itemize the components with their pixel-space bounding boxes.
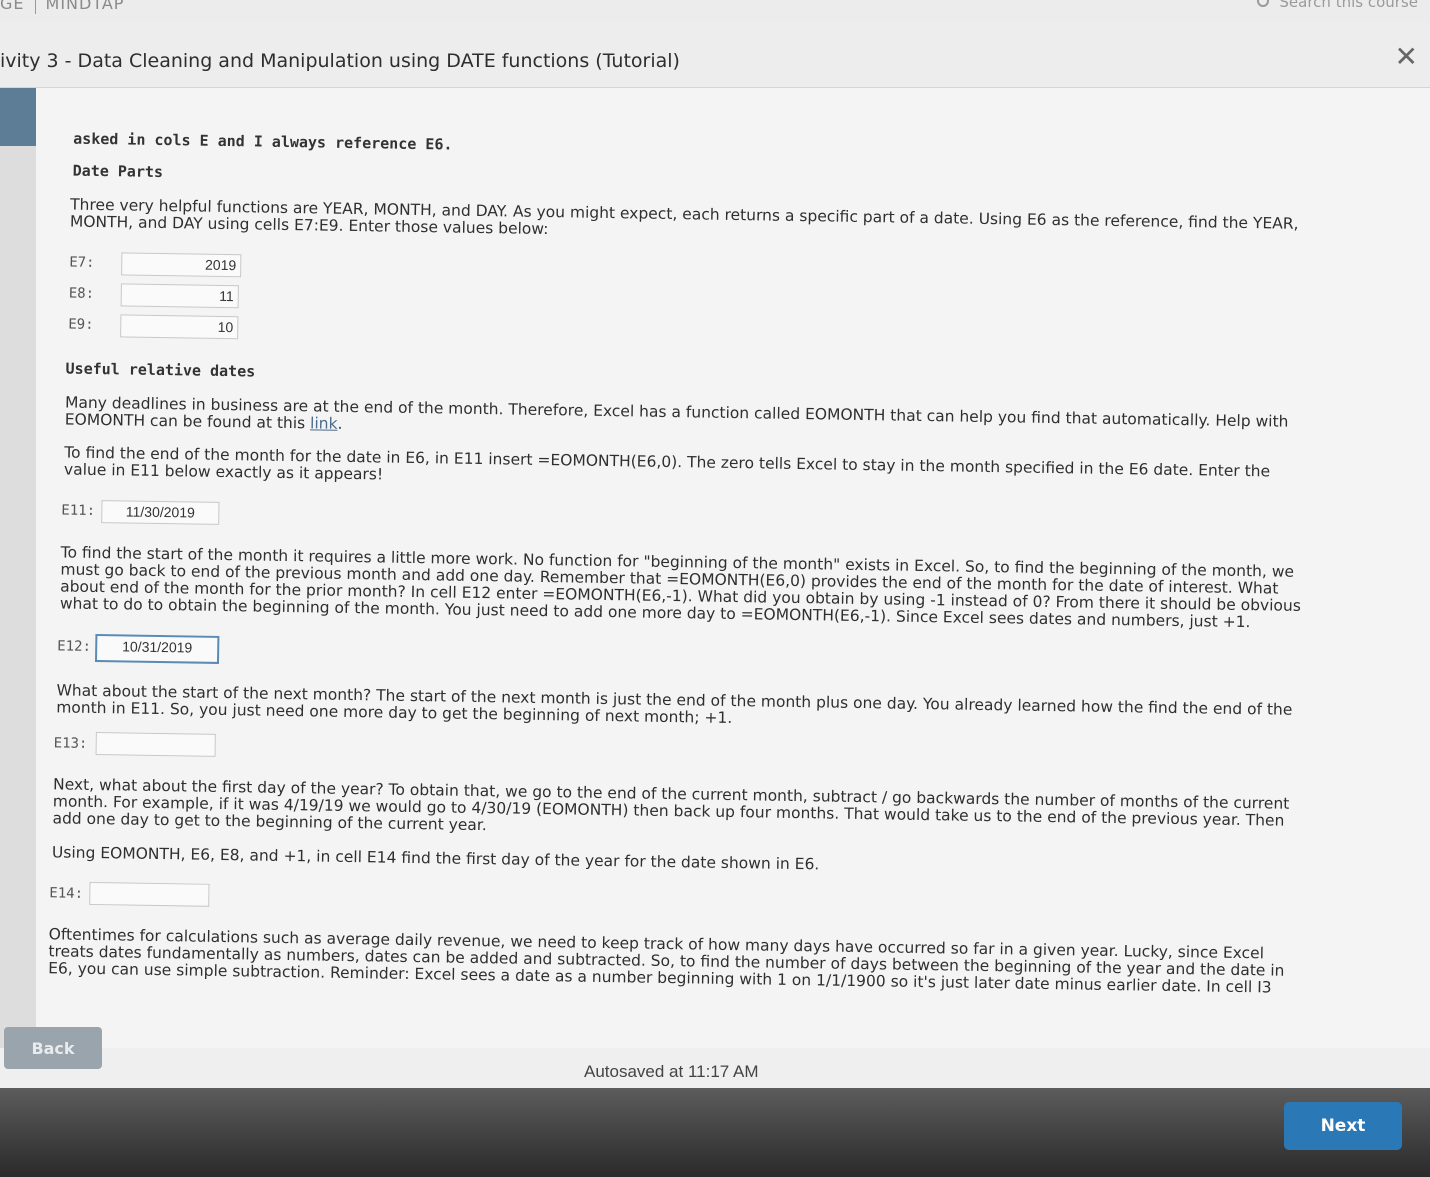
relative-text-4: value in E11 below exactly as it appears… (63, 460, 384, 484)
course-search[interactable]: Search this course (1257, 0, 1418, 11)
next-button[interactable]: Next (1284, 1102, 1402, 1150)
e9-input[interactable]: 10 (120, 314, 239, 340)
relative-text-2-suffix: . (337, 414, 343, 433)
relative-text-2: EOMONTH can be found at this link. (64, 410, 343, 433)
brand-name: MINDTAP (45, 0, 125, 13)
relative-text-2-prefix: EOMONTH can be found at this (64, 410, 311, 433)
sidebar-tab[interactable] (0, 88, 36, 146)
e12-label: E12: (57, 638, 92, 655)
top-bar: GE MINDTAP Search this course (0, 0, 1430, 22)
activity-scroll-area: asked in cols E and I always reference E… (36, 88, 1430, 997)
e7-label: E7: (69, 254, 95, 271)
brand-divider (34, 0, 36, 14)
search-icon (1257, 0, 1270, 7)
monitor-bezel (0, 1088, 1430, 1177)
brand-left-text: GE (0, 0, 25, 13)
activity-title-bar: ivity 3 - Data Cleaning and Manipulation… (0, 22, 1430, 88)
back-button[interactable]: Back (4, 1027, 102, 1069)
e13-label: E13: (53, 735, 88, 752)
e11-label: E11: (61, 502, 96, 519)
e11-input[interactable]: 11/30/2019 (101, 500, 220, 525)
brand-logo: GE MINDTAP (0, 0, 124, 14)
e8-input[interactable]: 11 (120, 283, 239, 309)
autosave-status: Autosaved at 11:17 AM (584, 1062, 759, 1081)
e7-input[interactable]: 2019 (121, 252, 242, 278)
first-day-instruction: Using EOMONTH, E6, E8, and +1, in cell E… (51, 843, 820, 874)
e12-input[interactable]: 10/31/2019 (94, 634, 220, 664)
relative-dates-heading: Useful relative dates (65, 359, 256, 381)
e9-label: E9: (68, 316, 94, 333)
close-icon[interactable]: ✕ (1395, 40, 1418, 73)
eomonth-help-link[interactable]: link (310, 414, 338, 432)
search-placeholder: Search this course (1279, 0, 1418, 11)
page-title: ivity 3 - Data Cleaning and Manipulation… (0, 50, 680, 72)
intro-fragment: asked in cols E and I always reference E… (73, 129, 453, 154)
e14-input[interactable] (89, 881, 210, 907)
e14-label: E14: (49, 885, 84, 902)
e13-input[interactable] (95, 732, 216, 757)
activity-content[interactable]: asked in cols E and I always reference E… (36, 88, 1430, 1048)
e8-label: E8: (68, 285, 95, 302)
date-parts-heading: Date Parts (72, 161, 164, 182)
